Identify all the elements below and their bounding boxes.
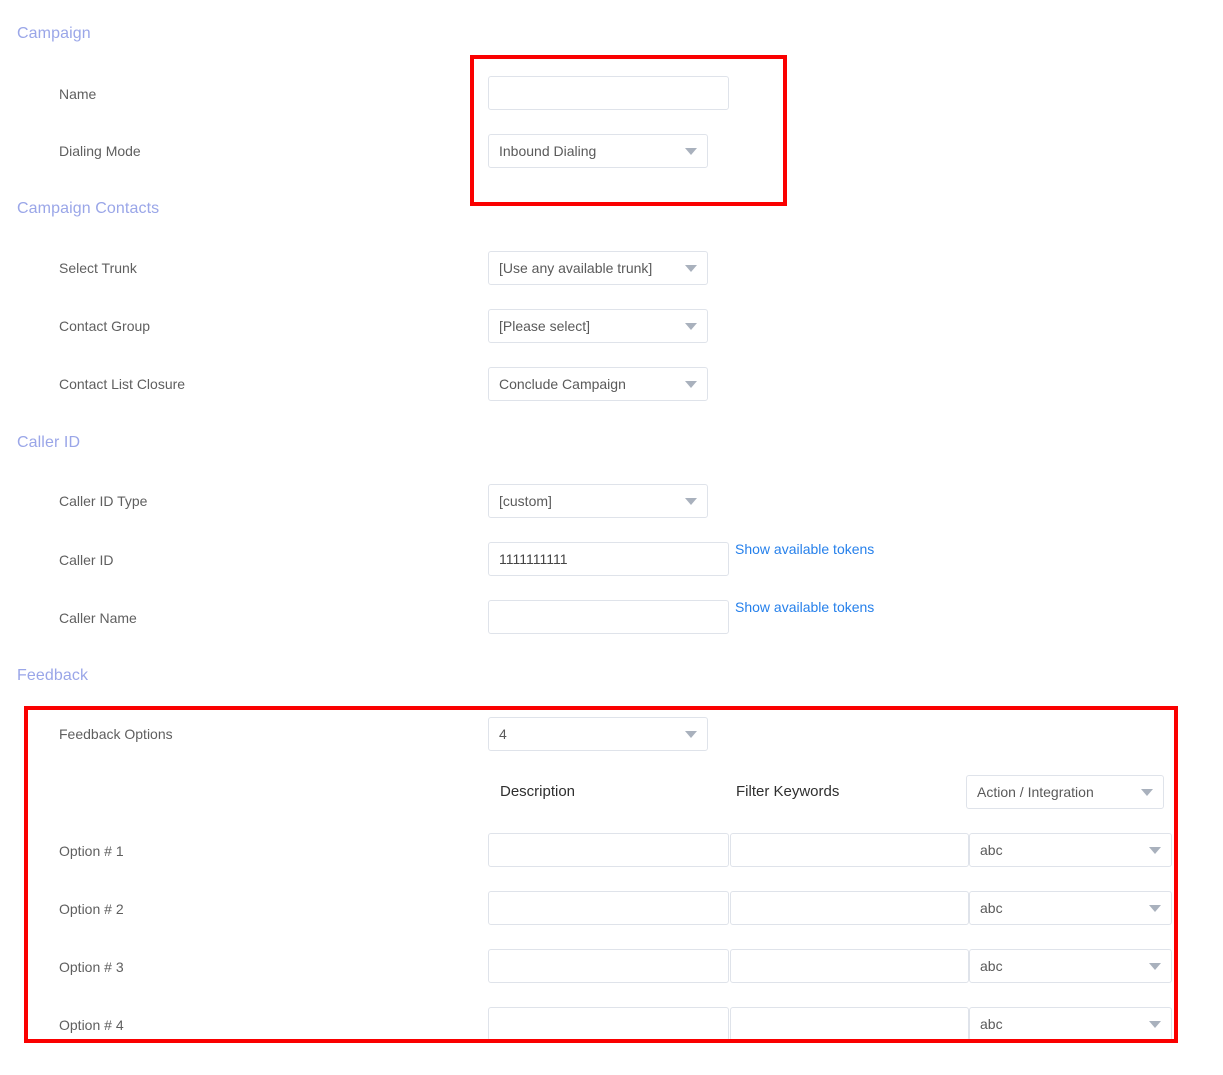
- section-heading-campaign: Campaign: [17, 25, 91, 42]
- option-3-filter-keywords-input[interactable]: [730, 949, 969, 983]
- label-contact-group: Contact Group: [59, 318, 151, 334]
- action-integration-value: Action / Integration: [977, 784, 1094, 800]
- label-caller-name: Caller Name: [59, 610, 137, 626]
- section-heading-campaign-contacts: Campaign Contacts: [17, 200, 160, 217]
- option-1-filter-keywords-input[interactable]: [730, 833, 969, 867]
- feedback-options-highlight-box: [24, 706, 1178, 1043]
- caller-id-type-value: [custom]: [499, 493, 552, 509]
- caller-id-type-select[interactable]: [custom]: [488, 484, 708, 518]
- label-option-2: Option # 2: [59, 901, 124, 917]
- contact-group-select[interactable]: [Please select]: [488, 309, 708, 343]
- chevron-down-icon: [1149, 846, 1161, 854]
- option-3-action-select[interactable]: abc: [969, 949, 1172, 983]
- chevron-down-icon: [1141, 788, 1153, 796]
- label-caller-id-type: Caller ID Type: [59, 493, 148, 509]
- label-caller-id: Caller ID: [59, 552, 114, 568]
- option-4-filter-keywords-input[interactable]: [730, 1007, 969, 1041]
- chevron-down-icon: [685, 380, 697, 388]
- option-4-action-select[interactable]: abc: [969, 1007, 1172, 1041]
- column-header-description: Description: [500, 783, 576, 800]
- chevron-down-icon: [1149, 962, 1161, 970]
- chevron-down-icon: [685, 322, 697, 330]
- chevron-down-icon: [1149, 1020, 1161, 1028]
- option-2-action-select[interactable]: abc: [969, 891, 1172, 925]
- option-1-action-value: abc: [980, 842, 1003, 858]
- contact-group-value: [Please select]: [499, 318, 591, 334]
- label-dialing-mode: Dialing Mode: [59, 143, 141, 159]
- option-3-description-input[interactable]: [488, 949, 729, 983]
- name-input[interactable]: [488, 76, 729, 110]
- show-available-tokens-caller-id-link[interactable]: Show available tokens: [735, 541, 874, 557]
- contact-list-closure-value: Conclude Campaign: [499, 376, 626, 392]
- label-name: Name: [59, 86, 97, 102]
- label-contact-list-closure: Contact List Closure: [59, 376, 186, 392]
- campaign-settings-form: Campaign Name Dialing Mode Inbound Diali…: [0, 0, 1223, 1075]
- feedback-options-count-value: 4: [499, 726, 507, 742]
- feedback-options-count-select[interactable]: 4: [488, 717, 708, 751]
- chevron-down-icon: [685, 264, 697, 272]
- option-1-description-input[interactable]: [488, 833, 729, 867]
- caller-id-input[interactable]: [488, 542, 729, 576]
- option-2-filter-keywords-input[interactable]: [730, 891, 969, 925]
- chevron-down-icon: [685, 730, 697, 738]
- chevron-down-icon: [685, 497, 697, 505]
- label-feedback-options: Feedback Options: [59, 726, 173, 742]
- select-trunk-select[interactable]: [Use any available trunk]: [488, 251, 708, 285]
- dialing-mode-select[interactable]: Inbound Dialing: [488, 134, 708, 168]
- dialing-mode-value: Inbound Dialing: [499, 143, 597, 159]
- section-heading-caller-id: Caller ID: [17, 434, 81, 451]
- label-select-trunk: Select Trunk: [59, 260, 137, 276]
- show-available-tokens-caller-name-link[interactable]: Show available tokens: [735, 599, 874, 615]
- option-1-action-select[interactable]: abc: [969, 833, 1172, 867]
- option-2-description-input[interactable]: [488, 891, 729, 925]
- option-3-action-value: abc: [980, 958, 1003, 974]
- chevron-down-icon: [685, 147, 697, 155]
- action-integration-select[interactable]: Action / Integration: [966, 775, 1164, 809]
- option-4-description-input[interactable]: [488, 1007, 729, 1041]
- label-option-4: Option # 4: [59, 1017, 124, 1033]
- label-option-1: Option # 1: [59, 843, 124, 859]
- section-heading-feedback: Feedback: [17, 667, 89, 684]
- label-option-3: Option # 3: [59, 959, 124, 975]
- option-2-action-value: abc: [980, 900, 1003, 916]
- caller-name-input[interactable]: [488, 600, 729, 634]
- column-header-filter-keywords: Filter Keywords: [736, 783, 840, 800]
- select-trunk-value: [Use any available trunk]: [499, 260, 653, 276]
- chevron-down-icon: [1149, 904, 1161, 912]
- option-4-action-value: abc: [980, 1016, 1003, 1032]
- contact-list-closure-select[interactable]: Conclude Campaign: [488, 367, 708, 401]
